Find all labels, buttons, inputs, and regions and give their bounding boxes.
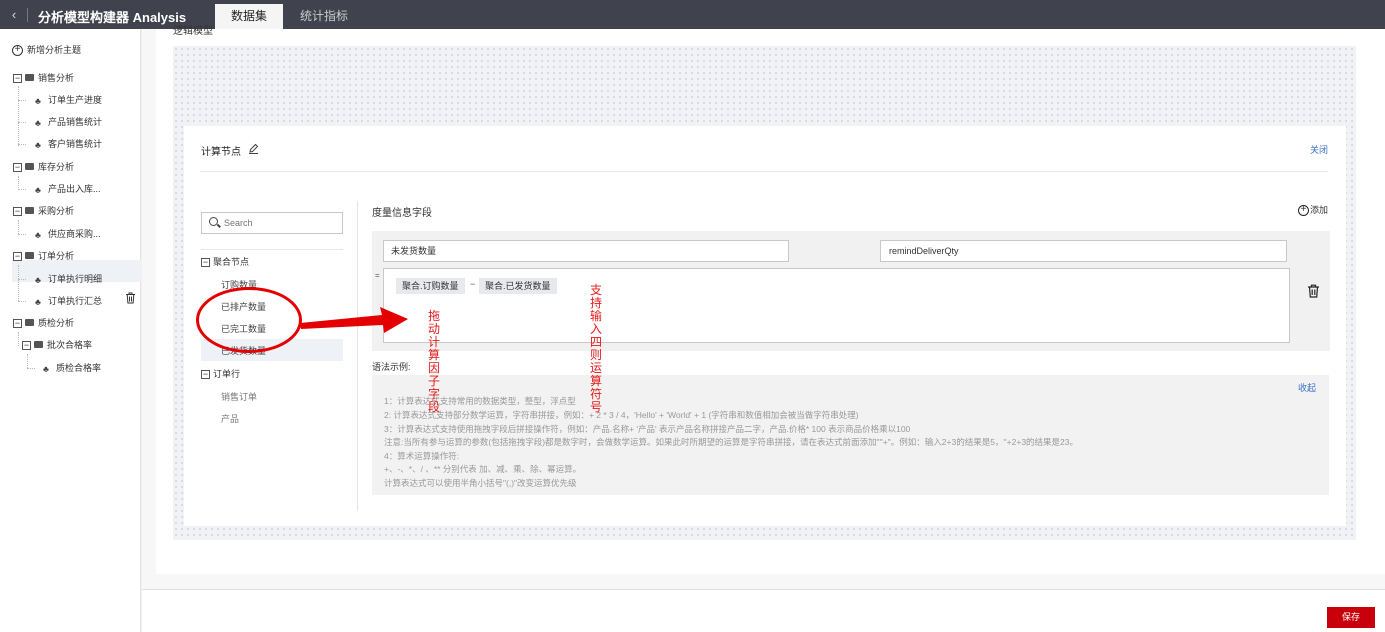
sidebar-folder-inventory[interactable]: − 库存分析 (13, 157, 74, 177)
collapse-icon[interactable]: − (13, 163, 22, 173)
model-node-icon: ♣ (35, 117, 41, 128)
model-node-icon: ♣ (35, 139, 41, 150)
sidebar-item-order-summary[interactable]: ♣ 订单执行汇总 (35, 291, 102, 311)
collapse-icon[interactable]: − (13, 252, 22, 262)
divider (27, 8, 28, 22)
model-node-icon: ♣ (43, 363, 49, 374)
sidebar-item-product-io[interactable]: ♣ 产品出入库... (35, 179, 101, 199)
folder-icon (25, 319, 34, 327)
sidebar-item-quality-pass[interactable]: ♣ 质检合格率 (43, 358, 101, 378)
sidebar-item-customer-sales[interactable]: ♣ 客户销售统计 (35, 134, 102, 154)
sidebar-item-supplier-purchase[interactable]: ♣ 供应商采购... (35, 224, 101, 244)
measure-section-title: 度量信息字段 (372, 208, 432, 219)
app-title: 分析模型构建器 Analysis (38, 10, 187, 25)
tree-line (27, 368, 35, 369)
field-product[interactable]: 产品 (221, 412, 239, 425)
folder-icon (34, 341, 43, 349)
syntax-line: 4：算术运算操作符: (384, 451, 460, 461)
tree-line (18, 86, 19, 146)
field-name-input[interactable]: 未发货数量 (383, 240, 789, 262)
tree-line (18, 220, 19, 234)
syntax-line: 注意:当所有参与运算的参数(包括拖拽字段)都是数字时，会做数学运算。如果此时所期… (384, 437, 1079, 447)
collapse-icon[interactable]: − (22, 341, 31, 351)
model-node-icon: ♣ (35, 229, 41, 240)
close-link[interactable]: 关闭 (1310, 143, 1328, 156)
sidebar-folder-order[interactable]: − 订单分析 (13, 246, 74, 266)
search-icon (209, 217, 218, 226)
operator: − (470, 279, 476, 289)
sidebar-folder-batch-pass[interactable]: − 批次合格率 (22, 335, 92, 355)
model-node-icon: ♣ (35, 184, 41, 195)
tab-dataset[interactable]: 数据集 (215, 4, 283, 29)
tree-line (18, 279, 26, 280)
back-icon[interactable]: ‹ (8, 7, 20, 23)
divider (201, 249, 343, 250)
syntax-line: 计算表达式可以使用半角小括号"(,)"改变运算优先级 (384, 478, 577, 488)
annotation-operator-hint: 支持输入四则运算符号 (590, 283, 603, 414)
field-sales-order[interactable]: 销售订单 (221, 390, 257, 403)
annotation-arrow (300, 307, 408, 333)
canvas-title: 逻辑模型 (173, 26, 213, 37)
sidebar-folder-quality[interactable]: − 质检分析 (13, 313, 74, 333)
tab-statistics[interactable]: 统计指标 (290, 4, 358, 29)
tree-line (18, 144, 26, 145)
tree-line (27, 354, 28, 368)
collapse-icon[interactable]: − (201, 258, 210, 268)
plus-circle-icon: + (1298, 205, 1309, 217)
search-input[interactable] (224, 216, 334, 230)
sidebar-item-order-progress[interactable]: ♣ 订单生产进度 (35, 90, 102, 110)
folder-icon (25, 207, 34, 215)
sidebar-item-order-detail[interactable]: ♣ 订单执行明细 (35, 269, 102, 289)
syntax-line: 2: 计算表达式支持部分数学运算，字符串拼接，例如：+ 2 * 3 / 4，'H… (384, 410, 859, 420)
tree-line (18, 332, 19, 346)
syntax-line: 3：计算表达式支持使用拖拽字段后拼接操作符，例如：产品.名称+ '产品' 表示产… (384, 424, 911, 434)
collapse-icon[interactable]: − (13, 74, 22, 84)
search-box[interactable] (201, 212, 343, 234)
collapse-icon[interactable]: − (201, 370, 210, 380)
trash-icon[interactable] (1307, 284, 1320, 301)
model-node-icon: ♣ (35, 95, 41, 106)
tree-line (18, 189, 26, 190)
tree-line (18, 100, 26, 101)
bottom-bar (142, 589, 1385, 632)
collapse-icon[interactable]: − (13, 207, 22, 217)
edit-icon[interactable] (248, 143, 259, 157)
syntax-label: 语法示例: (372, 362, 411, 372)
plus-circle-icon: + (12, 45, 23, 57)
divider (200, 171, 1328, 172)
annotation-ellipse (196, 287, 302, 353)
divider (357, 201, 358, 511)
group-aggregate[interactable]: − 聚合节点 (201, 255, 249, 268)
add-measure-button[interactable]: + 添加 (1298, 203, 1328, 217)
save-button[interactable]: 保存 (1327, 607, 1375, 628)
add-topic-button[interactable]: + 新增分析主题 (12, 40, 81, 60)
group-order-line[interactable]: − 订单行 (201, 367, 240, 380)
model-node-icon: ♣ (35, 274, 41, 285)
equals-sign: = (375, 271, 380, 280)
annotation-drag-hint: 拖动计算因子字段 (428, 309, 441, 414)
model-node-icon: ♣ (35, 296, 41, 307)
trash-icon[interactable] (125, 292, 136, 307)
tree-line (18, 301, 26, 302)
tree-line (18, 122, 26, 123)
field-code-input[interactable]: remindDeliverQty (880, 240, 1287, 262)
collapse-link[interactable]: 收起 (1298, 381, 1316, 394)
folder-icon (25, 252, 34, 260)
sidebar-folder-purchase[interactable]: − 采购分析 (13, 201, 74, 221)
tree-line (18, 265, 19, 301)
sidebar-folder-sales[interactable]: − 销售分析 (13, 68, 74, 88)
syntax-line: 1：计算表达式支持常用的数据类型，整型，浮点型 (384, 396, 576, 406)
calc-node-title: 计算节点 (201, 147, 241, 158)
collapse-icon[interactable]: − (13, 319, 22, 329)
expression-chip[interactable]: 聚合.订购数量 (396, 278, 465, 294)
tree-line (18, 176, 19, 190)
folder-icon (25, 163, 34, 171)
syntax-line: +、-、*、/ 、** 分别代表 加、减、乘、除、幂运算。 (384, 464, 582, 474)
sidebar-item-product-sales[interactable]: ♣ 产品销售统计 (35, 112, 102, 132)
folder-icon (25, 74, 34, 82)
expression-chip[interactable]: 聚合.已发货数量 (479, 278, 557, 294)
tree-line (18, 234, 26, 235)
